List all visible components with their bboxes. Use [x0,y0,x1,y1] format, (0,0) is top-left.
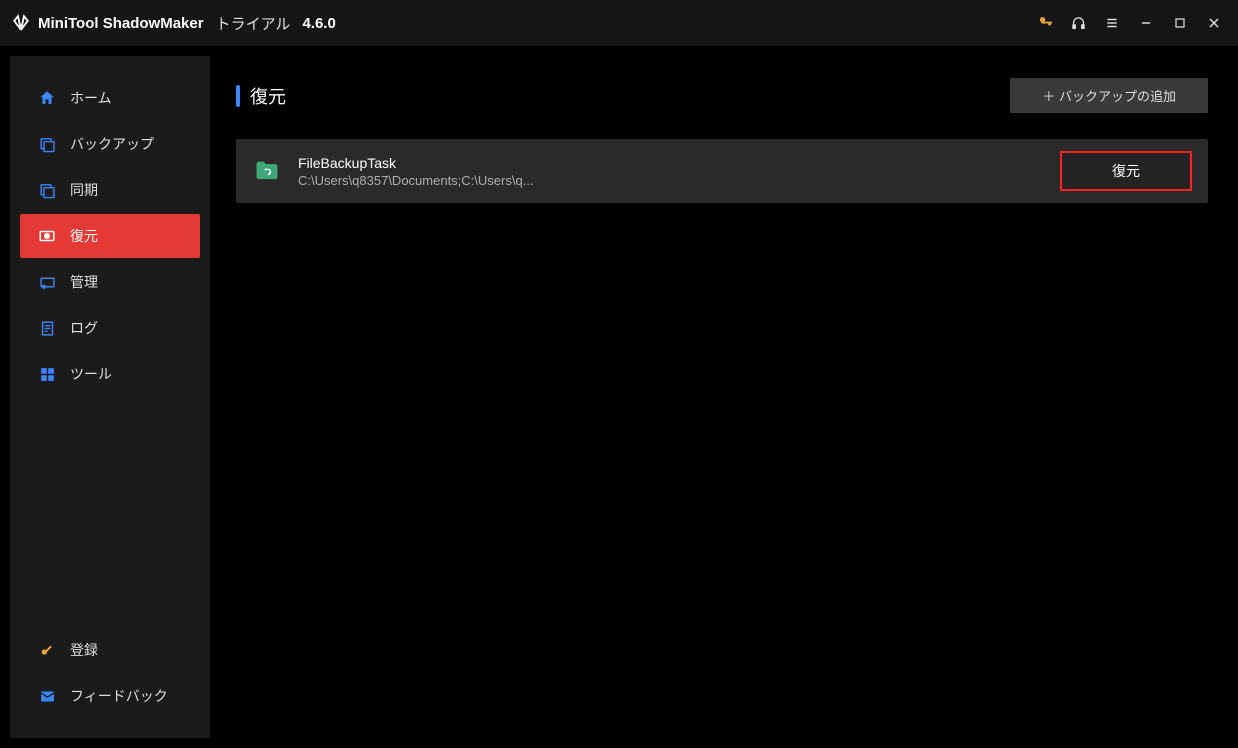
task-row[interactable]: FileBackupTask C:\Users\q8357\Documents;… [236,139,1208,203]
key-icon[interactable] [1028,8,1060,38]
sidebar-item-label: バックアップ [70,134,154,154]
title-accent [236,85,240,107]
restore-button[interactable]: 復元 [1060,151,1192,191]
sidebar-item-label: 復元 [70,226,98,246]
sidebar-item-manage[interactable]: 管理 [20,260,200,304]
manage-icon [38,273,56,291]
minimize-icon[interactable] [1130,8,1162,38]
app-version: 4.6.0 [302,15,335,32]
sidebar-item-label: ログ [70,318,98,338]
maximize-icon[interactable] [1164,8,1196,38]
log-icon [38,319,56,337]
sidebar-main: ホーム バックアップ 同期 復元 [10,74,210,626]
sidebar-item-home[interactable]: ホーム [20,76,200,120]
titlebar-controls [1028,8,1230,38]
sidebar-item-label: 同期 [70,180,98,200]
sidebar-item-label: 登録 [70,640,98,660]
menu-icon[interactable] [1096,8,1128,38]
main-area: ホーム バックアップ 同期 復元 [0,46,1238,748]
content-header: 復元 ＋ バックアップの追加 [236,78,1208,113]
task-name: FileBackupTask [298,155,1044,171]
folder-restore-icon [252,156,282,186]
sync-icon [38,181,56,199]
sidebar-item-feedback[interactable]: フィードバック [20,674,200,718]
app-name: MiniTool ShadowMaker [38,15,204,32]
add-backup-button[interactable]: ＋ バックアップの追加 [1010,78,1208,113]
sidebar: ホーム バックアップ 同期 復元 [10,56,210,738]
sidebar-item-restore[interactable]: 復元 [20,214,200,258]
page-title: 復元 [250,83,286,109]
app-trial-label: トライアル [216,13,291,34]
sidebar-item-label: ホーム [70,88,112,108]
backup-icon [38,135,56,153]
titlebar: MiniTool ShadowMaker トライアル 4.6.0 [0,0,1238,46]
headset-icon[interactable] [1062,8,1094,38]
sidebar-item-tools[interactable]: ツール [20,352,200,396]
register-key-icon [38,641,56,659]
task-path: C:\Users\q8357\Documents;C:\Users\q... [298,173,578,188]
home-icon [38,89,56,107]
sidebar-item-label: ツール [70,364,112,384]
close-icon[interactable] [1198,8,1230,38]
sidebar-item-backup[interactable]: バックアップ [20,122,200,166]
task-list: FileBackupTask C:\Users\q8357\Documents;… [236,139,1208,203]
sidebar-item-log[interactable]: ログ [20,306,200,350]
sidebar-item-label: 管理 [70,272,98,292]
tools-icon [38,365,56,383]
sidebar-item-label: フィードバック [70,686,168,706]
content-area: 復元 ＋ バックアップの追加 FileBackupTask C:\Users\q… [210,56,1228,738]
app-logo-icon [12,14,30,32]
feedback-mail-icon [38,687,56,705]
page-title-wrap: 復元 [236,83,286,109]
sidebar-bottom: 登録 フィードバック [10,626,210,738]
restore-icon [38,227,56,245]
titlebar-left: MiniTool ShadowMaker トライアル 4.6.0 [12,13,336,34]
task-info: FileBackupTask C:\Users\q8357\Documents;… [298,155,1044,188]
sidebar-item-sync[interactable]: 同期 [20,168,200,212]
sidebar-item-register[interactable]: 登録 [20,628,200,672]
